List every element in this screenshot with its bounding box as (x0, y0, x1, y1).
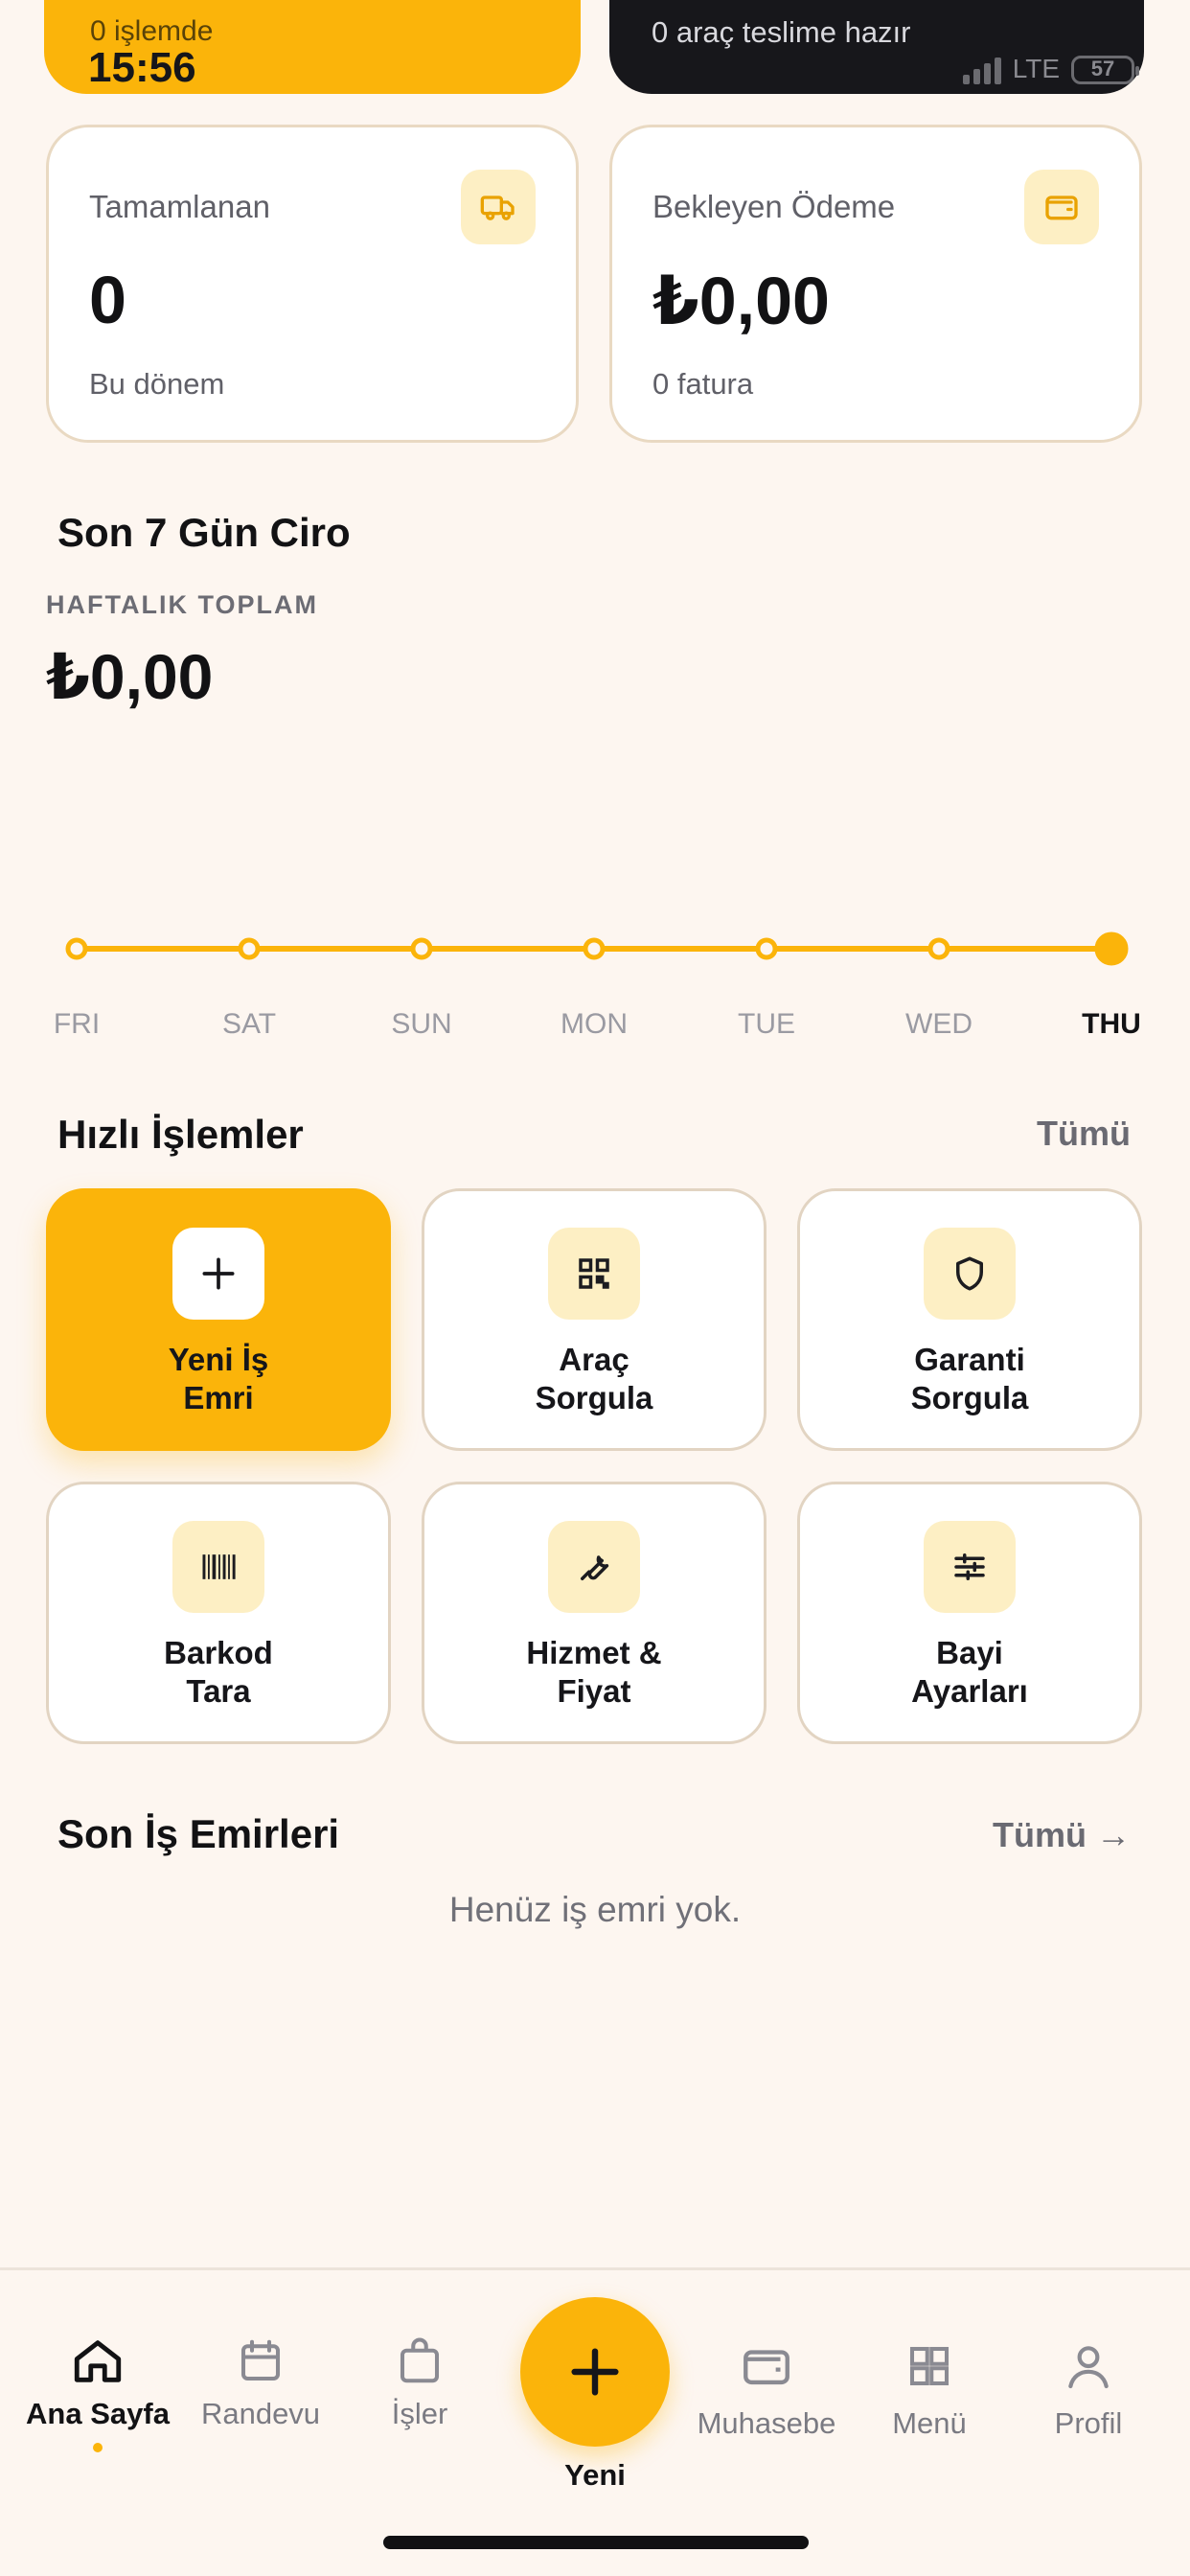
chart-point[interactable] (410, 937, 433, 960)
truck-icon (461, 170, 536, 244)
in-progress-count: 0 işlemde (90, 15, 214, 47)
grid-icon (843, 2328, 1016, 2404)
chart-x-tick-label: SAT (221, 1008, 277, 1040)
sliders-icon (924, 1521, 1016, 1613)
nav-item-menu[interactable]: Menü (843, 2328, 1016, 2441)
vehicle-query-button[interactable]: Araç Sorgula (422, 1188, 767, 1451)
battery-level: 57 (1090, 57, 1115, 80)
nav-label: Profil (1054, 2406, 1123, 2440)
barcode-scan-button[interactable]: Barkod Tara (46, 1482, 391, 1744)
stat-card-pending-payment[interactable]: Bekleyen Ödeme ₺0,00 0 fatura (609, 125, 1142, 443)
weekly-total-value: ₺0,00 (46, 641, 214, 712)
chart-x-tick-label: MON (561, 1008, 628, 1040)
nav-item-appointments[interactable]: Randevu (174, 2328, 347, 2431)
tile-label: Araç Sorgula (535, 1342, 653, 1415)
chart-x-tick-label: THU (1082, 1008, 1141, 1040)
status-time: 15:56 (88, 44, 196, 91)
recent-orders-title: Son İş Emirleri (57, 1811, 340, 1856)
new-work-order-button[interactable]: Yeni İş Emri (46, 1188, 391, 1451)
weekly-total-label: HAFTALIK TOPLAM (46, 590, 318, 619)
chart-x-tick-label: FRI (53, 1008, 101, 1040)
chart-point[interactable] (238, 937, 261, 960)
nav-item-home[interactable]: Ana Sayfa (11, 2328, 184, 2452)
dealer-settings-button[interactable]: Bayi Ayarları (797, 1482, 1142, 1744)
nav-label: Ana Sayfa (26, 2397, 170, 2430)
bag-icon (333, 2328, 506, 2395)
chart-x-tick-label: WED (905, 1008, 973, 1040)
plus-icon (571, 2348, 619, 2396)
tile-label: Hizmet & Fiyat (526, 1635, 662, 1709)
user-icon (1002, 2328, 1175, 2404)
stat-note: 0 fatura (652, 367, 754, 401)
wallet-icon (1024, 170, 1099, 244)
quick-actions-all-link[interactable]: Tümü (1037, 1114, 1131, 1154)
wallet-icon (680, 2328, 853, 2404)
home-icon (11, 2328, 184, 2395)
bottom-navigation: Ana Sayfa Randevu İşler Yeni Muhasebe Me… (0, 2267, 1190, 2576)
chart-point[interactable] (65, 937, 88, 960)
in-progress-banner[interactable]: 0 işlemde 15:56 (44, 0, 581, 94)
nav-label: İşler (391, 2397, 448, 2430)
chart-x-tick-label: SUN (391, 1008, 452, 1040)
home-indicator (383, 2536, 809, 2549)
tile-label: Yeni İş Emri (168, 1342, 269, 1415)
revenue-title: Son 7 Gün Ciro (57, 510, 351, 555)
nav-label: Menü (892, 2406, 967, 2440)
tile-label: Bayi Ayarları (911, 1635, 1028, 1709)
empty-orders-message: Henüz iş emri yok. (448, 1890, 742, 1929)
quick-actions-title: Hızlı İşlemler (57, 1112, 304, 1157)
chart-point[interactable] (1094, 932, 1129, 966)
stat-value: 0 (89, 263, 126, 337)
fab-label: Yeni (564, 2458, 626, 2492)
qr-icon (548, 1228, 640, 1320)
app-screen: 0 işlemde 15:56 0 araç teslime hazır LTE… (0, 0, 1190, 2576)
stat-card-completed[interactable]: Tamamlanan 0 Bu dönem (46, 125, 579, 443)
active-indicator (93, 2443, 103, 2452)
nav-label: Muhasebe (697, 2406, 836, 2440)
stat-label: Tamamlanan (89, 189, 270, 224)
chart-point[interactable] (583, 937, 606, 960)
ready-banner[interactable]: 0 araç teslime hazır LTE 57 (609, 0, 1144, 94)
recent-orders-all-link[interactable]: Tümü → (993, 1815, 1131, 1855)
barcode-icon (172, 1521, 264, 1613)
chart-x-tick-label: TUE (738, 1008, 795, 1040)
plus-icon (172, 1228, 264, 1320)
warranty-query-button[interactable]: Garanti Sorgula (797, 1188, 1142, 1451)
chart-point[interactable] (927, 937, 950, 960)
stat-label: Bekleyen Ödeme (652, 189, 896, 224)
shield-icon (924, 1228, 1016, 1320)
nav-label: Randevu (200, 2397, 321, 2430)
nav-item-profile[interactable]: Profil (1002, 2328, 1175, 2441)
tile-label: Garanti Sorgula (910, 1342, 1029, 1415)
stat-value: ₺0,00 (652, 264, 830, 338)
service-price-button[interactable]: Hizmet & Fiyat (422, 1482, 767, 1744)
stat-note: Bu dönem (89, 367, 225, 401)
tile-label: Barkod Tara (164, 1635, 273, 1709)
new-fab-button[interactable] (520, 2297, 670, 2447)
battery-icon: 57 (1071, 56, 1139, 84)
wrench-icon (548, 1521, 640, 1613)
nav-item-jobs[interactable]: İşler (333, 2328, 506, 2431)
ready-count: 0 araç teslime hazır (652, 15, 911, 49)
signal-icon (962, 58, 1001, 84)
status-icons: LTE 57 (962, 54, 1139, 84)
calendar-icon (174, 2328, 347, 2395)
nav-item-accounting[interactable]: Muhasebe (680, 2328, 853, 2441)
network-label: LTE (1012, 54, 1060, 83)
chart-point[interactable] (755, 937, 778, 960)
